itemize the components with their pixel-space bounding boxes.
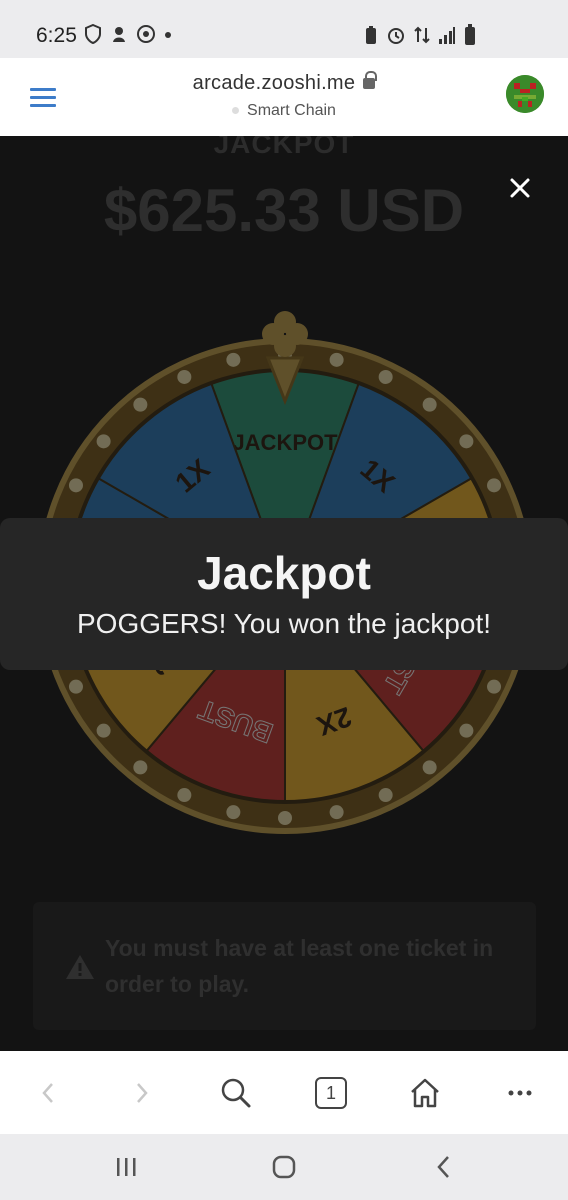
back-nav-icon <box>437 1156 449 1178</box>
wheel-light <box>96 723 111 738</box>
wheel-light <box>177 369 192 384</box>
forward-button[interactable] <box>122 1073 162 1113</box>
browser-toolbar: 1 <box>0 1051 568 1134</box>
close-icon[interactable] <box>506 174 534 202</box>
jackpot-label: JACKPOT <box>213 136 355 159</box>
jackpot-toast: Jackpot POGGERS! You won the jackpot! <box>0 518 568 670</box>
wheel-segment-label: JACKPOT <box>232 430 338 455</box>
status-bar: 6:25 <box>0 0 568 58</box>
battery-saver-icon <box>366 26 376 44</box>
url-text: arcade.zooshi.me <box>192 72 356 94</box>
search-icon <box>221 1078 251 1108</box>
wheel-light <box>278 811 292 825</box>
more-button[interactable] <box>500 1073 540 1113</box>
toast-title: Jackpot <box>197 547 371 599</box>
network-status-dot <box>232 107 240 115</box>
status-time: 6:25 <box>36 24 77 47</box>
toast-message: POGGERS! You won the jackpot! <box>76 608 491 639</box>
wheel-light <box>487 478 502 493</box>
wheel-light <box>378 369 393 384</box>
home-button[interactable] <box>405 1073 445 1113</box>
browser-url-bar: arcade.zooshi.me Smart Chain <box>0 58 568 136</box>
chevron-left-icon <box>42 1083 53 1103</box>
home-nav-icon <box>272 1155 296 1179</box>
jackpot-amount: $625.33 USD <box>103 177 465 244</box>
back-nav-button[interactable] <box>424 1152 464 1182</box>
activity-icon <box>113 27 125 42</box>
wheel-light <box>459 434 474 449</box>
lock-icon <box>363 71 378 89</box>
status-left-icons <box>84 24 172 44</box>
back-button[interactable] <box>28 1073 68 1113</box>
chevron-right-icon <box>137 1083 148 1103</box>
dot-icon <box>165 32 171 38</box>
recents-button[interactable] <box>106 1152 146 1182</box>
search-button[interactable] <box>216 1073 256 1113</box>
wheel-light <box>226 352 241 367</box>
status-right-icons <box>364 24 476 46</box>
tabs-button[interactable]: 1 <box>311 1073 351 1113</box>
wheel-light <box>422 760 437 775</box>
wheel-light <box>487 679 502 694</box>
warning-icon <box>66 955 94 979</box>
home-nav-button[interactable] <box>264 1152 304 1182</box>
data-icon <box>414 26 430 44</box>
more-icon <box>508 1090 532 1096</box>
wheel-light <box>133 760 148 775</box>
url-display[interactable]: arcade.zooshi.me <box>0 71 568 95</box>
wheel-light <box>177 788 192 803</box>
wheel-light <box>329 805 344 820</box>
tab-count: 1 <box>315 1077 347 1109</box>
ticket-warning-box: You must have at least one ticket in ord… <box>33 902 536 1030</box>
chrome-icon <box>137 25 155 43</box>
battery-icon <box>465 24 475 45</box>
wheel-light <box>68 478 83 493</box>
system-nav-bar <box>0 1134 568 1200</box>
wheel-light <box>96 434 111 449</box>
wheel-light <box>133 397 148 412</box>
signal-icon <box>439 27 455 44</box>
network-name: Smart Chain <box>247 102 336 119</box>
wheel-light <box>226 805 241 820</box>
account-avatar[interactable] <box>506 75 544 113</box>
wheel-light <box>459 723 474 738</box>
home-icon <box>411 1078 439 1108</box>
recents-icon <box>117 1158 136 1176</box>
shield-icon <box>85 24 101 44</box>
wheel-light <box>329 352 344 367</box>
wheel-light <box>68 679 83 694</box>
wheel-light <box>422 397 437 412</box>
ticket-message: You must have at least one ticket in ord… <box>105 935 494 997</box>
network-indicator[interactable]: Smart Chain <box>0 102 568 120</box>
alarm-icon <box>388 28 404 44</box>
wheel-light <box>378 788 393 803</box>
